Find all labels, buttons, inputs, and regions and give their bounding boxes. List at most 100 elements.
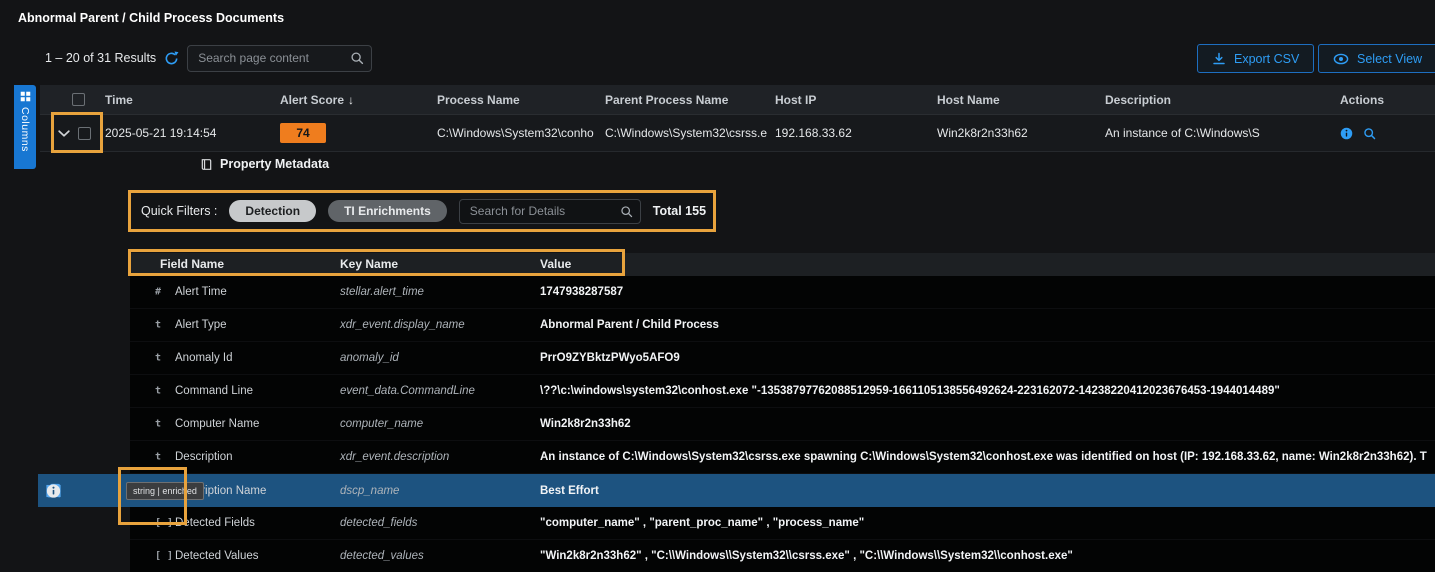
field-type-tooltip: string | enriched (126, 482, 204, 500)
field-value: Win2k8r2n33h62 (540, 418, 1427, 430)
download-icon (1212, 52, 1226, 66)
select-view-button[interactable]: Select View (1318, 44, 1435, 73)
quick-filters-label: Quick Filters : (141, 204, 217, 218)
field-value: "Win2k8r2n33h62" , "C:\\Windows\\System3… (540, 550, 1427, 562)
row-time: 2025-05-21 19:14:54 (105, 126, 280, 140)
metadata-table: # Alert Time stellar.alert_time 17479382… (130, 276, 1435, 572)
refresh-icon[interactable] (164, 51, 179, 66)
chevron-down-icon[interactable] (58, 130, 70, 137)
field-name: Description (175, 451, 233, 463)
filter-detection-button[interactable]: Detection (229, 200, 316, 222)
details-search-input[interactable] (459, 199, 641, 224)
key-name: detected_fields (340, 517, 417, 529)
info-icon[interactable] (1340, 127, 1353, 140)
metadata-header-row: Field Name Key Name Value (130, 253, 1435, 276)
details-search (459, 199, 641, 224)
grid-icon (20, 91, 31, 102)
total-count: Total 155 (653, 204, 706, 218)
alert-score-badge: 74 (280, 123, 326, 143)
header-parent-process-name[interactable]: Parent Process Name (605, 93, 775, 107)
metadata-row[interactable]: # Alert Time stellar.alert_time 17479382… (130, 276, 1435, 309)
row-checkbox[interactable] (78, 127, 91, 140)
field-value: An instance of C:\Windows\System32\csrss… (540, 451, 1427, 463)
field-info-icon[interactable] (46, 483, 61, 498)
metadata-row[interactable]: t Computer Name computer_name Win2k8r2n3… (130, 408, 1435, 441)
header-alert-score[interactable]: Alert Score ↓ (280, 93, 437, 107)
select-all-checkbox[interactable] (72, 93, 85, 106)
metadata-header-value: Value (540, 257, 571, 271)
row-description: An instance of C:\Windows\S (1105, 126, 1340, 140)
columns-tab-label: Columns (19, 107, 31, 152)
header-actions: Actions (1340, 93, 1435, 107)
metadata-row[interactable]: t Description xdr_event.description An i… (130, 441, 1435, 474)
row-parent-process-name: C:\Windows\System32\csrss.e (605, 126, 775, 140)
table-header-row: Time Alert Score ↓ Process Name Parent P… (40, 85, 1435, 115)
metadata-row-selected[interactable]: Description Name dscp_name Best Effort s… (130, 474, 1435, 507)
metadata-row[interactable]: [ ] Detected Values detected_values "Win… (130, 540, 1435, 572)
field-type-number-icon: # (155, 287, 173, 298)
row-host-ip: 192.168.33.62 (775, 126, 937, 140)
header-time[interactable]: Time (105, 93, 280, 107)
field-value: \??\c:\windows\system32\conhost.exe "-13… (540, 385, 1427, 397)
columns-tab[interactable]: Columns (14, 85, 36, 169)
metadata-row[interactable]: t Command Line event_data.CommandLine \?… (130, 375, 1435, 408)
metadata-header-key: Key Name (340, 257, 398, 271)
key-name: anomaly_id (340, 352, 399, 364)
key-name: stellar.alert_time (340, 286, 424, 298)
search-action-icon[interactable] (1363, 127, 1376, 140)
field-name: Alert Type (175, 319, 227, 331)
results-toolbar: 1 – 20 of 31 Results (45, 44, 372, 72)
key-name: xdr_event.description (340, 451, 449, 463)
header-description[interactable]: Description (1105, 93, 1340, 107)
field-value: Best Effort (540, 485, 1427, 497)
page-search-input[interactable] (187, 45, 372, 72)
quick-filters-bar: Quick Filters : Detection TI Enrichments… (141, 195, 706, 227)
property-metadata-title: Property Metadata (200, 157, 329, 171)
metadata-row[interactable]: t Alert Type xdr_event.display_name Abno… (130, 309, 1435, 342)
field-type-string-icon: t (155, 419, 173, 430)
field-name: Anomaly Id (175, 352, 233, 364)
field-type-array-icon: [ ] (155, 518, 173, 529)
header-process-name[interactable]: Process Name (437, 93, 605, 107)
page-search (187, 45, 372, 72)
field-value: PrrO9ZYBktzPWyo5AFO9 (540, 352, 1427, 364)
field-name: Alert Time (175, 286, 227, 298)
key-name: detected_values (340, 550, 424, 562)
sort-desc-icon: ↓ (348, 93, 354, 107)
field-name: Detected Fields (175, 517, 255, 529)
results-table: Time Alert Score ↓ Process Name Parent P… (40, 85, 1435, 152)
header-host-ip[interactable]: Host IP (775, 93, 937, 107)
field-type-string-icon: t (155, 320, 173, 331)
field-value: "computer_name" , "parent_proc_name" , "… (540, 517, 1427, 529)
field-value: Abnormal Parent / Child Process (540, 319, 1427, 331)
field-type-string-icon: t (155, 386, 173, 397)
key-name: event_data.CommandLine (340, 385, 475, 397)
header-host-name[interactable]: Host Name (937, 93, 1105, 107)
field-type-string-icon: t (155, 452, 173, 463)
page-title: Abnormal Parent / Child Process Document… (18, 11, 284, 25)
key-name: xdr_event.display_name (340, 319, 465, 331)
results-count: 1 – 20 of 31 Results (45, 51, 156, 65)
metadata-header-field: Field Name (160, 257, 224, 271)
app-window: Abnormal Parent / Child Process Document… (0, 0, 1435, 572)
export-csv-button[interactable]: Export CSV (1197, 44, 1314, 73)
table-row[interactable]: 2025-05-21 19:14:54 74 C:\Windows\System… (40, 115, 1435, 152)
eye-icon (1333, 53, 1349, 65)
field-name: Detected Values (175, 550, 259, 562)
book-icon (200, 158, 213, 171)
key-name: dscp_name (340, 485, 399, 497)
field-name: Command Line (175, 385, 253, 397)
key-name: computer_name (340, 418, 423, 430)
row-process-name: C:\Windows\System32\conho (437, 126, 605, 140)
export-csv-label: Export CSV (1234, 52, 1299, 66)
field-name: Computer Name (175, 418, 259, 430)
field-type-string-icon: t (155, 353, 173, 364)
field-type-array-icon: [ ] (155, 551, 173, 562)
select-view-label: Select View (1357, 52, 1422, 66)
row-host-name: Win2k8r2n33h62 (937, 126, 1105, 140)
metadata-row[interactable]: t Anomaly Id anomaly_id PrrO9ZYBktzPWyo5… (130, 342, 1435, 375)
metadata-row[interactable]: [ ] Detected Fields detected_fields "com… (130, 507, 1435, 540)
filter-ti-enrichments-button[interactable]: TI Enrichments (328, 200, 447, 222)
field-value: 1747938287587 (540, 286, 1427, 298)
row-actions (1340, 127, 1435, 140)
